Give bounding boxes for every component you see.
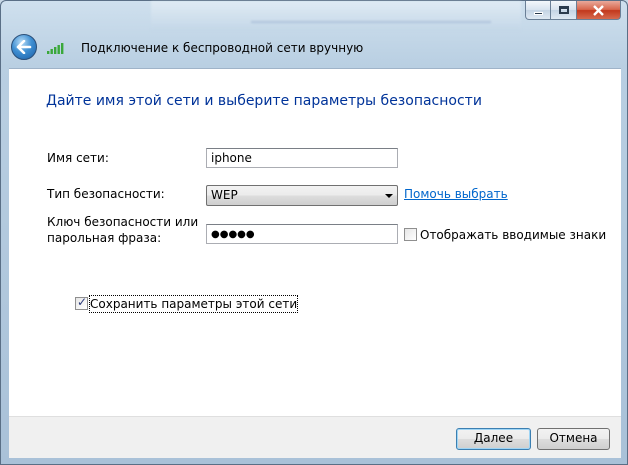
help-choose-link[interactable]: Помочь выбрать: [404, 187, 508, 201]
next-button[interactable]: Далее: [456, 428, 531, 450]
window-frame: Подключение к беспроводной сети вручную …: [0, 0, 628, 465]
page-heading: Дайте имя этой сети и выберите параметры…: [46, 93, 482, 109]
background-blur: [251, 9, 491, 23]
content-area: Дайте имя этой сети и выберите параметры…: [9, 68, 621, 416]
security-key-input[interactable]: ●●●●●: [206, 224, 398, 244]
save-settings-checkbox[interactable]: [75, 295, 88, 310]
wireless-signal-icon: [47, 43, 64, 54]
window-title: Подключение к беспроводной сети вручную: [81, 41, 364, 55]
cancel-button[interactable]: Отмена: [537, 428, 610, 450]
dialog-footer: Далее Отмена: [9, 416, 621, 458]
network-name-label: Имя сети:: [47, 151, 109, 165]
maximize-button[interactable]: [551, 1, 577, 20]
security-type-label: Тип безопасности:: [47, 187, 165, 201]
security-type-value: WEP: [211, 188, 238, 202]
chevron-down-icon: [385, 194, 393, 198]
security-type-select[interactable]: WEP: [206, 185, 398, 206]
security-key-label-line1: Ключ безопасности или: [47, 215, 199, 229]
maximize-icon: [558, 6, 569, 14]
back-button[interactable]: [11, 34, 37, 60]
network-name-input[interactable]: iphone: [206, 148, 398, 168]
navigation-bar: Подключение к беспроводной сети вручную: [9, 31, 621, 67]
caption-buttons: [525, 1, 621, 20]
save-settings-label[interactable]: Сохранить параметры этой сети: [88, 295, 299, 313]
show-characters-checkbox[interactable]: [404, 228, 417, 241]
back-arrow-icon: [16, 40, 32, 54]
show-characters-label[interactable]: Отображать вводимые знаки: [420, 227, 606, 243]
security-key-label-line2: парольная фраза:: [47, 231, 162, 245]
minimize-button[interactable]: [525, 1, 551, 20]
close-icon: [593, 4, 604, 16]
close-button[interactable]: [577, 1, 621, 20]
background-glass: [151, 1, 521, 31]
minimize-icon: [533, 11, 543, 15]
